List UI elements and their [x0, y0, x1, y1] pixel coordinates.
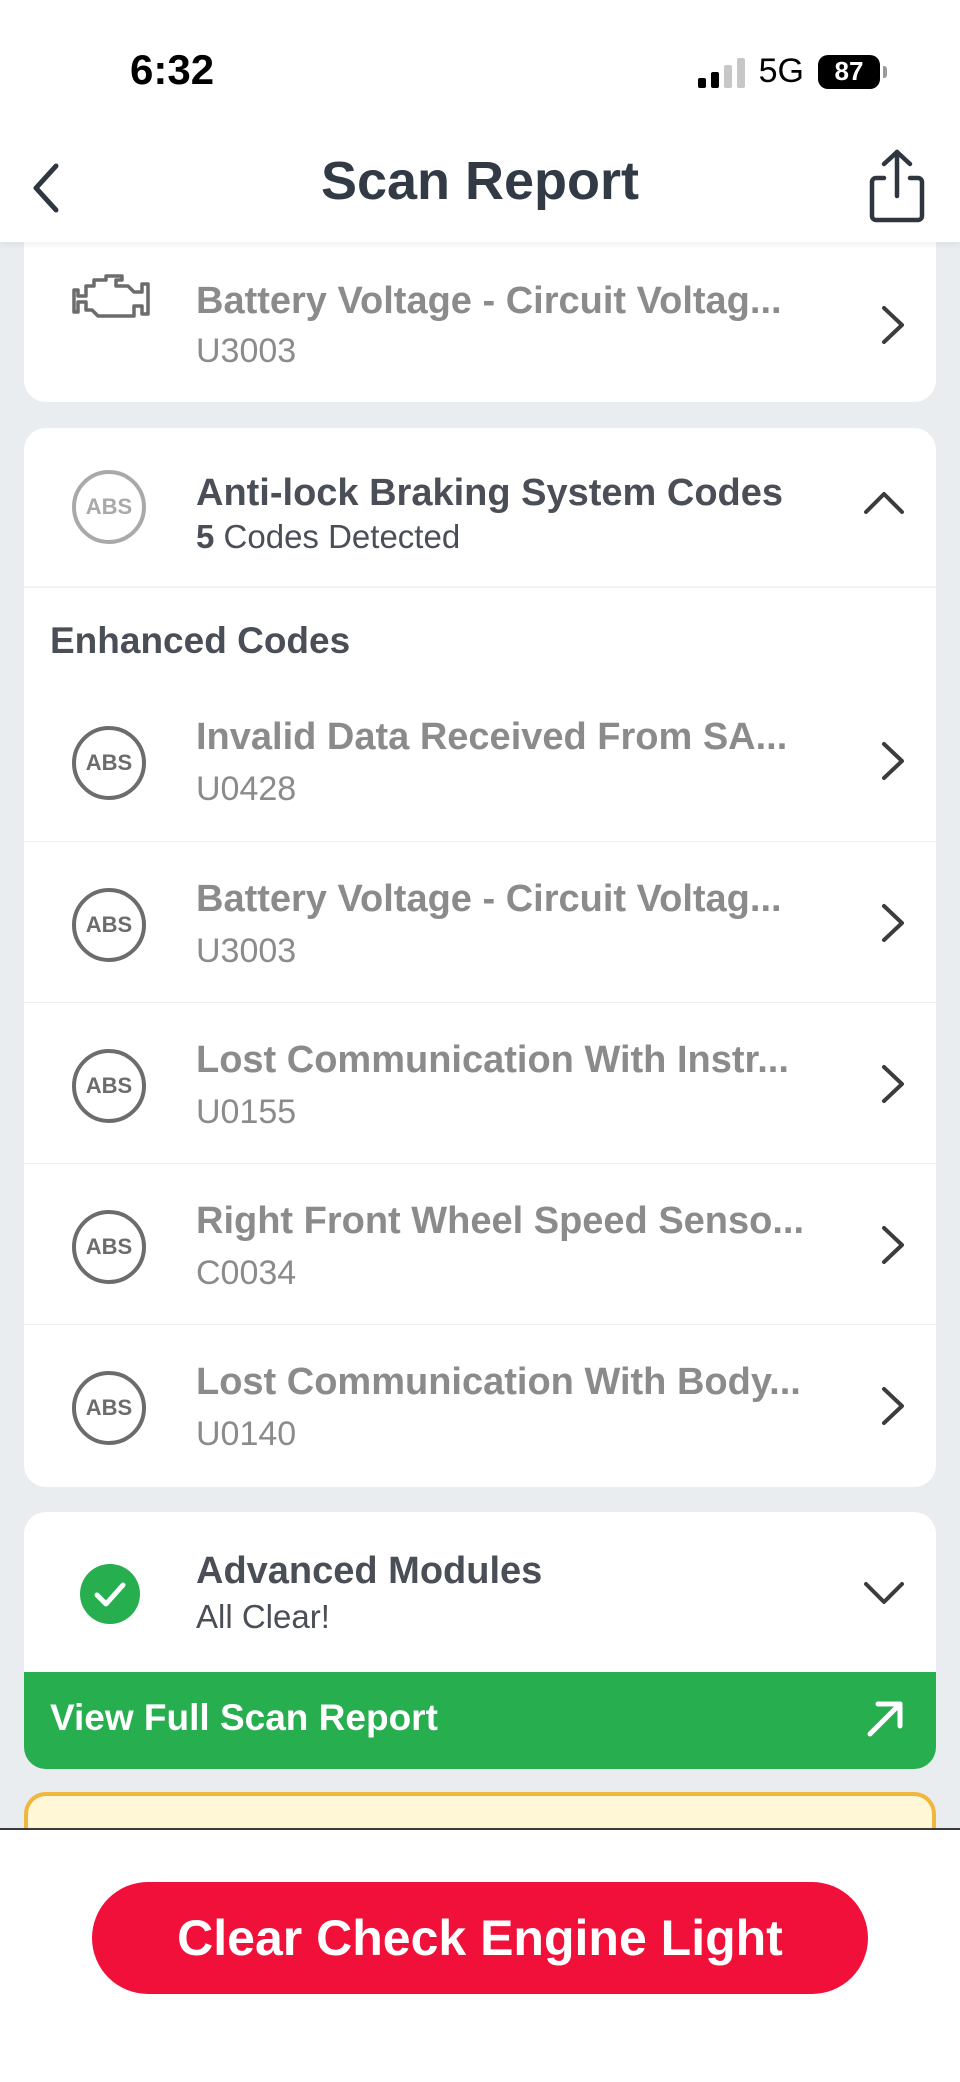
view-full-report-button[interactable]: View Full Scan Report: [24, 1672, 936, 1769]
code-row[interactable]: ABS Lost Communication With Body... U014…: [24, 1324, 936, 1485]
code-row[interactable]: ABS Right Front Wheel Speed Senso... C00…: [24, 1163, 936, 1324]
abs-row-icon: ABS: [72, 888, 146, 962]
check-circle-icon: [80, 1564, 140, 1624]
abs-row-icon: ABS: [72, 1049, 146, 1123]
status-bar: 6:32 5G 87: [0, 0, 960, 130]
code-id: U0140: [196, 1415, 297, 1453]
nav-header: Scan Report: [0, 130, 960, 242]
abs-icon: ABS: [72, 1371, 146, 1445]
code-row[interactable]: ABS Lost Communication With Instr... U01…: [24, 1002, 936, 1163]
check-engine-icon: [72, 274, 150, 318]
chevron-right-icon: [882, 1226, 904, 1264]
clear-check-engine-light-button[interactable]: Clear Check Engine Light: [92, 1882, 868, 1994]
section-subtitle: All Clear!: [196, 1598, 330, 1635]
codes-count: 5: [196, 518, 215, 555]
chevron-down-icon: [864, 1582, 904, 1604]
abs-icon: ABS: [72, 726, 146, 800]
abs-icon: ABS: [72, 470, 146, 544]
code-title: Lost Communication With Body...: [196, 1361, 801, 1403]
status-indicators: 5G 87: [697, 52, 887, 91]
code-row[interactable]: ABS Battery Voltage - Circuit Voltag... …: [24, 841, 936, 1002]
code-id: U0155: [196, 1093, 297, 1131]
share-button[interactable]: [862, 146, 932, 226]
abs-icon: ABS: [72, 1049, 146, 1123]
bottom-action-panel: Clear Check Engine Light: [0, 1828, 960, 2082]
abs-row-icon: ABS: [72, 1371, 146, 1445]
share-icon: [869, 149, 925, 223]
abs-section-icon: ABS: [72, 470, 146, 544]
battery-level: 87: [834, 56, 864, 86]
abs-row-icon: ABS: [72, 1210, 146, 1284]
abs-codes-card: ABS Anti-lock Braking System Codes 5 Cod…: [24, 428, 936, 1487]
section-title: Advanced Modules: [196, 1550, 543, 1592]
network-type: 5G: [758, 52, 804, 90]
section-subtitle: 5 Codes Detected: [196, 518, 460, 556]
code-id: U3003: [196, 932, 297, 970]
section-title: Anti-lock Braking System Codes: [196, 472, 784, 514]
abs-code-list: ABS Invalid Data Received From SA... U04…: [24, 680, 936, 1485]
status-time: 6:32: [130, 46, 215, 93]
code-id: C0034: [196, 1254, 297, 1292]
view-full-report-label: View Full Scan Report: [50, 1697, 438, 1738]
abs-row-icon: ABS: [72, 726, 146, 800]
abs-icon: ABS: [72, 888, 146, 962]
code-id: U0428: [196, 770, 297, 808]
code-title: Right Front Wheel Speed Senso...: [196, 1200, 805, 1242]
chevron-right-icon: [882, 1065, 904, 1103]
chevron-right-icon: [882, 1387, 904, 1425]
battery-icon: 87: [818, 54, 887, 89]
abs-icon: ABS: [72, 1210, 146, 1284]
code-id: U3003: [196, 332, 297, 370]
enhanced-codes-label: Enhanced Codes: [50, 620, 351, 661]
code-title: Invalid Data Received From SA...: [196, 716, 788, 758]
chevron-right-icon: [882, 306, 904, 344]
code-title: Lost Communication With Instr...: [196, 1039, 789, 1081]
cellular-signal-icon: [697, 56, 745, 88]
page-title: Scan Report: [320, 151, 640, 211]
code-row[interactable]: ABS Invalid Data Received From SA... U04…: [24, 680, 936, 841]
abs-section-header[interactable]: ABS Anti-lock Braking System Codes 5 Cod…: [24, 428, 936, 588]
code-title: Battery Voltage - Circuit Voltag...: [196, 280, 782, 322]
codes-count-suffix: Codes Detected: [223, 518, 461, 555]
chevron-right-icon: [882, 904, 904, 942]
advanced-modules-card[interactable]: Advanced Modules All Clear!: [24, 1512, 936, 1692]
arrow-up-right-icon: [867, 1701, 903, 1737]
code-title: Battery Voltage - Circuit Voltag...: [196, 878, 782, 920]
chevron-right-icon: [882, 742, 904, 780]
chevron-up-icon: [864, 492, 904, 514]
